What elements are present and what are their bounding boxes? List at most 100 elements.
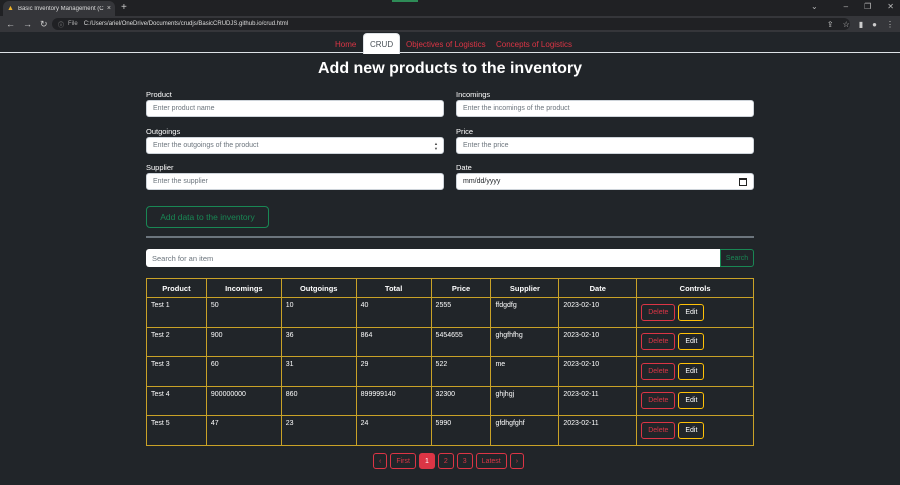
cell: 2023-02-10 (558, 297, 638, 328)
table-header-row: Product Incomings Outgoings Total Price … (146, 278, 754, 298)
edit-button[interactable]: Edit (678, 303, 705, 321)
cell: 2023-02-10 (558, 326, 638, 357)
cell: Test 4 (146, 385, 207, 416)
window-close-icon[interactable]: ✕ (887, 2, 894, 11)
price-label: Price (456, 127, 474, 136)
page-3-button[interactable]: 3 (456, 453, 473, 469)
url-scheme: File (68, 21, 78, 27)
close-tab-icon[interactable]: × (107, 5, 111, 12)
cell: 5454655 (430, 326, 492, 357)
tab-objectives[interactable]: Objectives of Logistics (406, 34, 486, 54)
first-page-button[interactable]: First (390, 453, 416, 469)
search-input[interactable]: Search for an item (146, 249, 720, 267)
date-placeholder: mm/dd/yyyy (463, 178, 501, 185)
product-label: Product (146, 90, 172, 99)
table-row: Test 5 47 23 24 5990 gfdhgfghf 2023-02-1… (146, 415, 754, 446)
col-date: Date (558, 278, 638, 298)
cell: Test 5 (146, 415, 207, 446)
tab-crud[interactable]: CRUD (363, 33, 401, 54)
cell: 864 (355, 326, 432, 357)
new-tab-icon[interactable]: + (121, 2, 127, 13)
tab-concepts[interactable]: Concepts of Logistics (496, 34, 572, 54)
star-icon[interactable]: ☆ (843, 20, 850, 29)
address-bar: ← → ↻ ⓘ File C:/Users/ariel/OneDrive/Doc… (0, 16, 900, 32)
controls-cell: Delete Edit (636, 415, 754, 446)
cell: ghgfhfhg (490, 326, 560, 357)
pagination: ‹ First 1 2 3 Latest › (373, 453, 525, 469)
cell: 31 (280, 356, 357, 387)
page-1-button[interactable]: 1 (418, 453, 435, 469)
edit-button[interactable]: Edit (678, 333, 705, 351)
outgoings-input[interactable]: Enter the outgoings of the product ▲ ▼ (146, 137, 444, 154)
tab-search-icon[interactable]: ⌄ (811, 2, 818, 11)
cell: 2023-02-10 (558, 356, 638, 387)
calendar-icon[interactable] (739, 178, 747, 186)
menu-icon[interactable]: ⋮ (886, 20, 894, 29)
page-title: Add new products to the inventory (317, 60, 582, 77)
cell: 29 (355, 356, 432, 387)
reload-icon[interactable]: ↻ (40, 19, 48, 30)
prev-page-button[interactable]: ‹ (373, 453, 388, 469)
sidepanel-icon[interactable]: ▮ (859, 20, 863, 29)
url-field[interactable]: ⓘ File C:/Users/ariel/OneDrive/Documents… (52, 18, 850, 30)
outgoings-placeholder: Enter the outgoings of the product (153, 142, 259, 149)
incomings-placeholder: Enter the incomings of the product (463, 105, 570, 112)
incomings-input[interactable]: Enter the incomings of the product (456, 100, 754, 117)
delete-button[interactable]: Delete (641, 303, 676, 321)
browser-tab[interactable]: ▲ Basic Inventory Management (CR × (3, 1, 115, 16)
divider (146, 236, 754, 238)
controls-cell: Delete Edit (636, 326, 754, 357)
delete-button[interactable]: Delete (641, 362, 676, 380)
page-2-button[interactable]: 2 (437, 453, 454, 469)
table-row: Test 3 60 31 29 522 me 2023-02-10 Delete… (146, 356, 754, 387)
add-data-button[interactable]: Add data to the inventory (146, 206, 269, 228)
cell: 60 (205, 356, 282, 387)
edit-button[interactable]: Edit (678, 421, 705, 439)
tab-home[interactable]: Home (335, 34, 356, 54)
controls-cell: Delete Edit (636, 385, 754, 416)
controls-cell: Delete Edit (636, 356, 754, 387)
supplier-placeholder: Enter the supplier (153, 178, 208, 185)
supplier-label: Supplier (146, 163, 174, 172)
profile-icon[interactable]: ● (872, 20, 877, 29)
cell: 2555 (430, 297, 492, 328)
cell: 522 (430, 356, 492, 387)
supplier-input[interactable]: Enter the supplier (146, 173, 444, 190)
cell: Test 3 (146, 356, 207, 387)
latest-page-button[interactable]: Latest (475, 453, 507, 469)
price-input[interactable]: Enter the price (456, 137, 754, 154)
next-page-button[interactable]: › (509, 453, 525, 469)
back-icon[interactable]: ← (6, 19, 15, 30)
stepper-icon[interactable]: ▲ ▼ (434, 141, 438, 151)
cell: 23 (280, 415, 357, 446)
edit-button[interactable]: Edit (678, 362, 705, 380)
delete-button[interactable]: Delete (641, 421, 676, 439)
outgoings-label: Outgoings (146, 127, 181, 136)
search-button[interactable]: Search (720, 249, 754, 267)
share-icon[interactable]: ⇪ (827, 20, 834, 29)
inventory-table: Product Incomings Outgoings Total Price … (146, 278, 754, 446)
col-incomings: Incomings (205, 278, 282, 298)
date-input[interactable]: mm/dd/yyyy (456, 173, 754, 190)
cell: 40 (355, 297, 432, 328)
controls-cell: Delete Edit (636, 297, 754, 328)
table-row: Test 1 50 10 40 2555 ffdgdfg 2023-02-10 … (146, 297, 754, 328)
cell: 32300 (430, 385, 492, 416)
minimize-icon[interactable]: – (844, 2, 848, 11)
col-supplier: Supplier (490, 278, 560, 298)
window-controls: ⌄ – ❐ ✕ (811, 2, 894, 11)
maximize-icon[interactable]: ❐ (864, 2, 871, 11)
cell: 10 (280, 297, 357, 328)
delete-button[interactable]: Delete (641, 392, 676, 410)
info-icon[interactable]: ⓘ (58, 20, 64, 29)
delete-button[interactable]: Delete (641, 333, 676, 351)
search-placeholder: Search for an item (152, 253, 214, 263)
col-total: Total (355, 278, 432, 298)
url-text: C:/Users/ariel/OneDrive/Documents/crudjs… (83, 21, 289, 27)
table-row: Test 2 900 36 864 5454655 ghgfhfhg 2023-… (146, 326, 754, 357)
product-input[interactable]: Enter product name (146, 100, 444, 117)
edit-button[interactable]: Edit (678, 392, 705, 410)
date-label: Date (456, 163, 472, 172)
forward-icon[interactable]: → (23, 19, 32, 30)
col-controls: Controls (636, 278, 754, 298)
